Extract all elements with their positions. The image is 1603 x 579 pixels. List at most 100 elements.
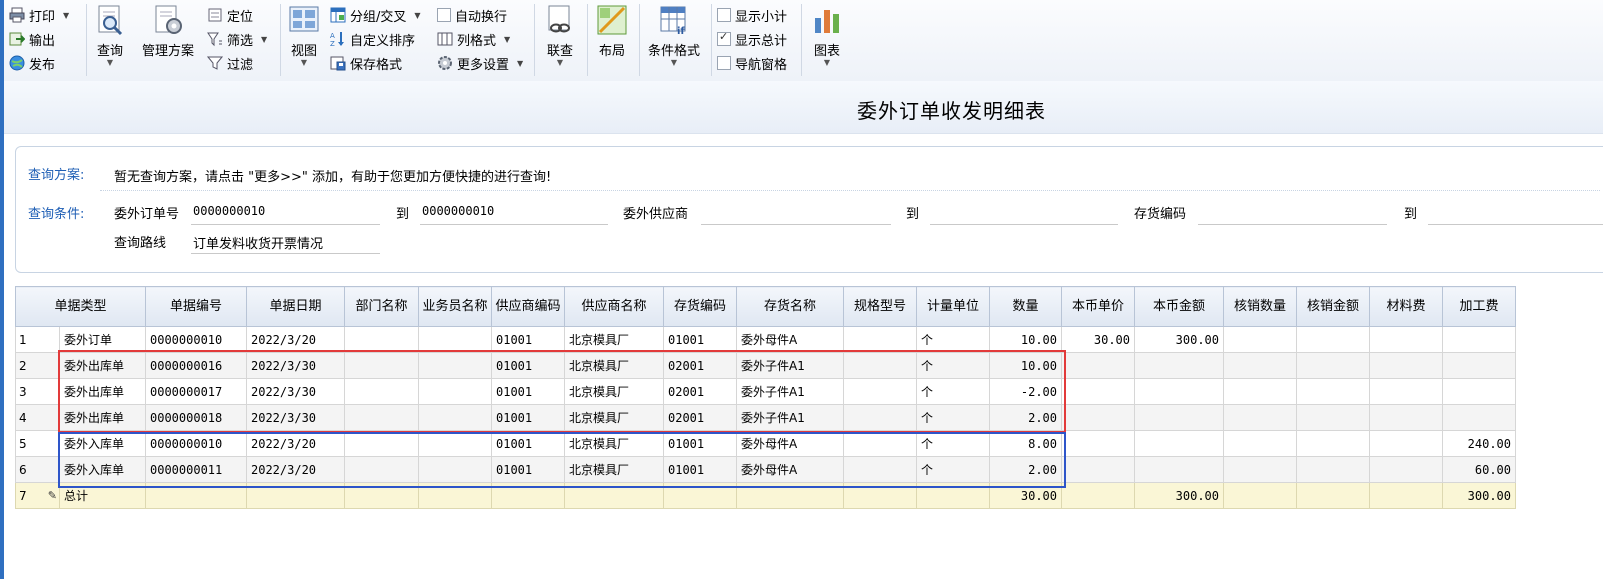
table-cell-mat[interactable] [1369, 326, 1443, 353]
table-cell-proc[interactable] [1442, 352, 1516, 379]
table-cell-amount[interactable]: 300.00 [1134, 482, 1224, 509]
table-cell-price[interactable] [1061, 456, 1135, 483]
table-cell-no[interactable] [145, 482, 247, 509]
table-cell-inv-code[interactable]: 02001 [663, 352, 737, 379]
table-cell-no[interactable]: 0000000018 [145, 404, 247, 431]
table-cell-price[interactable] [1061, 352, 1135, 379]
filter-button[interactable]: 过滤 [206, 53, 253, 73]
table-cell-inv-name[interactable]: 委外母件A [736, 456, 844, 483]
print-button[interactable]: 打印 ▼ [9, 5, 69, 25]
table-cell-unit[interactable]: 个 [916, 404, 990, 431]
table-cell-sup-code[interactable]: 01001 [491, 430, 565, 457]
table-cell-proc[interactable]: 60.00 [1442, 456, 1516, 483]
table-cell-sup-code[interactable]: 01001 [491, 404, 565, 431]
table-cell-type[interactable]: 委外出库单 [59, 404, 146, 431]
table-cell-unit[interactable]: 个 [916, 326, 990, 353]
column-header[interactable]: 单据日期 [246, 286, 345, 327]
table-cell-inv-code[interactable]: 02001 [663, 404, 737, 431]
table-cell-sales[interactable] [418, 352, 492, 379]
table-cell-proc[interactable] [1442, 378, 1516, 405]
table-cell-qty[interactable]: -2.00 [989, 378, 1062, 405]
route-field[interactable]: 订单发料收货开票情况 [193, 233, 323, 252]
table-cell-dept[interactable] [344, 430, 419, 457]
table-cell-wo-qty[interactable] [1223, 482, 1297, 509]
table-cell-sup-name[interactable] [564, 482, 664, 509]
table-cell-wo-amt[interactable] [1296, 404, 1370, 431]
manage-scheme-button[interactable]: 管理方案 [136, 4, 200, 59]
table-cell-amount[interactable] [1134, 352, 1224, 379]
table-cell-inv-name[interactable]: 委外子件A1 [736, 352, 844, 379]
table-cell-qty[interactable]: 30.00 [989, 482, 1062, 509]
table-cell-wo-amt[interactable] [1296, 378, 1370, 405]
table-cell-sales[interactable] [418, 326, 492, 353]
table-cell-wo-amt[interactable] [1296, 352, 1370, 379]
table-cell-inv-name[interactable]: 委外子件A1 [736, 404, 844, 431]
table-cell-price[interactable] [1061, 378, 1135, 405]
table-cell-wo-qty[interactable] [1223, 430, 1297, 457]
table-cell-unit[interactable] [916, 482, 990, 509]
table-cell-wo-amt[interactable] [1296, 326, 1370, 353]
table-cell-date[interactable]: 2022/3/20 [246, 326, 345, 353]
table-cell-sup-name[interactable]: 北京模具厂 [564, 326, 664, 353]
table-cell-amount[interactable]: 300.00 [1134, 326, 1224, 353]
table-cell-qty[interactable]: 2.00 [989, 404, 1062, 431]
table-cell-inv-code[interactable] [663, 482, 737, 509]
show-total-checkbox[interactable]: 显示总计 [717, 29, 787, 49]
table-cell-unit[interactable]: 个 [916, 430, 990, 457]
column-header[interactable]: 核销金额 [1296, 286, 1370, 327]
table-cell-type[interactable]: 委外订单 [59, 326, 146, 353]
table-cell-dept[interactable] [344, 378, 419, 405]
table-row[interactable]: 5 委外入库单 0000000010 2022/3/20 01001 北京模具厂 01001… [15, 430, 1516, 457]
table-cell-price[interactable]: 30.00 [1061, 326, 1135, 353]
table-cell-qty[interactable]: 10.00 [989, 352, 1062, 379]
table-cell-date[interactable]: 2022/3/30 [246, 404, 345, 431]
column-header[interactable]: 单据编号 [145, 286, 247, 327]
table-cell-price[interactable] [1061, 482, 1135, 509]
table-cell-proc[interactable]: 240.00 [1442, 430, 1516, 457]
table-cell-spec[interactable] [843, 482, 917, 509]
group-cross-button[interactable]: 分组/交叉 ▼ [330, 5, 421, 25]
table-cell-spec[interactable] [843, 456, 917, 483]
table-cell-spec[interactable] [843, 430, 917, 457]
table-cell-sales[interactable] [418, 482, 492, 509]
table-cell-inv-code[interactable]: 01001 [663, 326, 737, 353]
table-cell-proc[interactable] [1442, 326, 1516, 353]
table-row[interactable]: 2 委外出库单 0000000016 2022/3/30 01001 北京模具厂 02001… [15, 352, 1516, 379]
table-cell-proc[interactable] [1442, 404, 1516, 431]
table-cell-qty[interactable]: 10.00 [989, 326, 1062, 353]
table-cell-type[interactable]: 委外入库单 [59, 430, 146, 457]
table-cell-sup-name[interactable]: 北京模具厂 [564, 430, 664, 457]
column-header[interactable]: 供应商编码 [491, 286, 565, 327]
table-cell-sup-name[interactable]: 北京模具厂 [564, 404, 664, 431]
table-cell-date[interactable]: 2022/3/30 [246, 352, 345, 379]
table-cell-unit[interactable]: 个 [916, 456, 990, 483]
table-cell-unit[interactable]: 个 [916, 378, 990, 405]
table-cell-qty[interactable]: 8.00 [989, 430, 1062, 457]
table-cell-sup-code[interactable]: 01001 [491, 456, 565, 483]
column-header[interactable]: 存货编码 [663, 286, 737, 327]
table-cell-type[interactable]: 委外入库单 [59, 456, 146, 483]
table-cell-sales[interactable] [418, 456, 492, 483]
nav-pane-checkbox[interactable]: 导航窗格 [717, 53, 787, 73]
table-cell-sup-code[interactable]: 01001 [491, 326, 565, 353]
table-cell-wo-qty[interactable] [1223, 326, 1297, 353]
table-cell-inv-name[interactable]: 委外母件A [736, 430, 844, 457]
layout-button[interactable]: 布局 [592, 4, 632, 59]
table-row[interactable]: 1 委外订单 0000000010 2022/3/20 01001 北京模具厂 01001 委… [15, 326, 1516, 353]
column-header[interactable]: 规格型号 [843, 286, 917, 327]
table-cell-amount[interactable] [1134, 456, 1224, 483]
more-settings-button[interactable]: 更多设置 ▼ [437, 53, 523, 73]
table-cell-type[interactable]: 总计 [59, 482, 146, 509]
conditional-format-button[interactable]: if 条件格式 ▼ [644, 4, 704, 67]
table-cell-date[interactable]: 2022/3/20 [246, 456, 345, 483]
table-cell-dept[interactable] [344, 326, 419, 353]
table-cell-sales[interactable] [418, 378, 492, 405]
table-cell-wo-amt[interactable] [1296, 482, 1370, 509]
table-cell-mat[interactable] [1369, 378, 1443, 405]
table-cell-mat[interactable] [1369, 482, 1443, 509]
table-cell-wo-qty[interactable] [1223, 404, 1297, 431]
table-cell-dept[interactable] [344, 456, 419, 483]
table-cell-amount[interactable] [1134, 378, 1224, 405]
table-cell-amount[interactable] [1134, 404, 1224, 431]
table-cell-sup-name[interactable]: 北京模具厂 [564, 378, 664, 405]
